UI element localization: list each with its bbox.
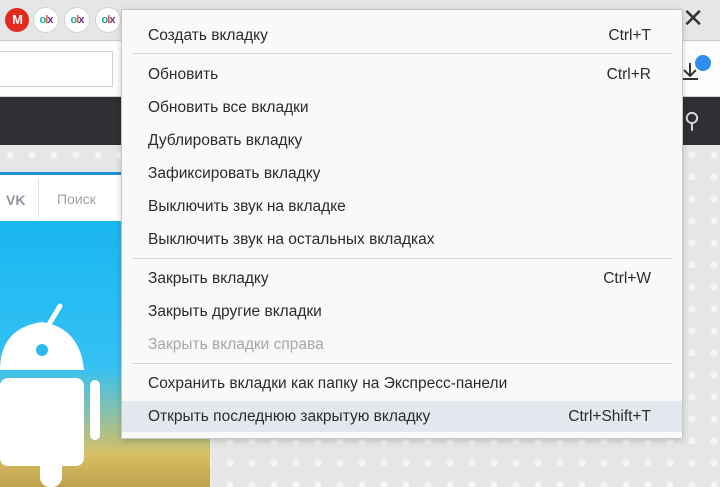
tab-olx-icon[interactable]: olx [65,8,89,32]
menu-item-shortcut: Ctrl+T [608,27,651,44]
menu-separator [132,53,672,54]
menu-item-label: Закрыть другие вкладки [148,303,322,320]
menu-item-reload-all[interactable]: Обновить все вкладки [122,94,682,122]
menu-item-label: Создать вкладку [148,27,268,44]
menu-item-label: Открыть последнюю закрытую вкладку [148,408,431,425]
search-icon[interactable]: ⚲ [684,110,700,132]
address-input[interactable] [0,51,113,87]
menu-item-label: Закрыть вкладку [148,270,269,287]
menu-item-shortcut: Ctrl+R [606,66,651,83]
menu-item-mute-other-tabs[interactable]: Выключить звук на остальных вкладках [122,226,682,254]
menu-item-label: Дублировать вкладку [148,132,303,149]
menu-item-label: Зафиксировать вкладку [148,165,321,182]
menu-item-pin-tab[interactable]: Зафиксировать вкладку [122,160,682,188]
menu-item-label: Закрыть вкладки справа [148,336,324,353]
vk-logo[interactable]: VK [6,192,25,208]
menu-item-label: Сохранить вкладки как папку на Экспресс-… [148,375,508,392]
menu-item-reload[interactable]: Обновить Ctrl+R [122,61,682,89]
menu-item-shortcut: Ctrl+Shift+T [568,408,651,425]
menu-item-close-tab[interactable]: Закрыть вкладку Ctrl+W [122,265,682,293]
divider [38,178,39,218]
tab-context-menu: Создать вкладку Ctrl+T Обновить Ctrl+R О… [121,9,683,439]
menu-item-save-tabs-to-speed-dial[interactable]: Сохранить вкладки как папку на Экспресс-… [122,370,682,398]
tab-mega-icon[interactable]: M [5,8,29,32]
vk-search-input[interactable]: Поиск [57,191,96,207]
menu-separator [132,258,672,259]
tab-olx-icon[interactable]: olx [96,8,120,32]
menu-item-label: Выключить звук на остальных вкладках [148,231,435,248]
menu-item-close-other-tabs[interactable]: Закрыть другие вкладки [122,298,682,326]
menu-item-label: Обновить все вкладки [148,99,309,116]
menu-item-new-tab[interactable]: Создать вкладку Ctrl+T [122,22,682,50]
menu-item-reopen-closed-tab[interactable]: Открыть последнюю закрытую вкладку Ctrl+… [122,401,682,432]
menu-item-duplicate-tab[interactable]: Дублировать вкладку [122,127,682,155]
download-badge [693,53,713,73]
tab-olx-icon[interactable]: olx [34,8,58,32]
close-window-icon[interactable]: ✕ [682,5,704,31]
menu-item-close-tabs-right: Закрыть вкладки справа [122,331,682,359]
menu-separator [132,363,672,364]
menu-item-label: Обновить [148,66,219,83]
android-icon [0,303,100,487]
menu-item-mute-tab[interactable]: Выключить звук на вкладке [122,193,682,221]
menu-item-label: Выключить звук на вкладке [148,198,346,215]
menu-item-shortcut: Ctrl+W [603,270,651,287]
